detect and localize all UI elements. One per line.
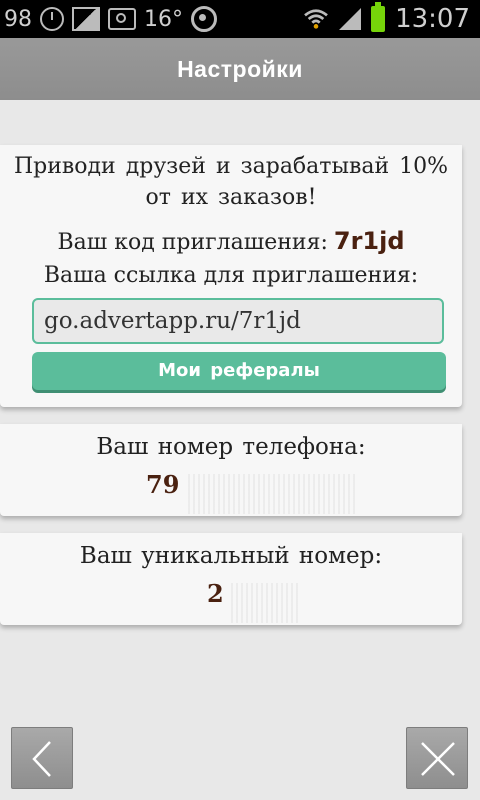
- back-button[interactable]: [11, 727, 73, 789]
- invite-link-field[interactable]: go.advertapp.ru/7r1jd: [32, 298, 444, 344]
- invite-link-label: Ваша ссылка для приглашения:: [43, 263, 419, 288]
- phone-card: Ваш номер телефона: 79: [0, 424, 462, 516]
- invite-code-row: Ваш код приглашения: 7r1jd: [0, 227, 462, 255]
- sync-icon: [191, 6, 217, 32]
- unique-id-value: 2: [207, 579, 224, 608]
- wifi-icon: [304, 9, 328, 29]
- close-button[interactable]: [406, 727, 468, 789]
- signal-icon: [339, 8, 362, 30]
- image-icon: [72, 7, 100, 31]
- unique-id-card: Ваш уникальный номер: 2: [0, 533, 462, 625]
- unique-id-label: Ваш уникальный номер:: [79, 543, 383, 569]
- promo-line-1: Приводи друзей и зарабатывай 10%: [13, 154, 449, 179]
- phone-redaction: [185, 474, 355, 514]
- status-bar: 98 16° 13:07: [0, 0, 480, 38]
- close-icon: [421, 742, 455, 776]
- clock: 13:07: [395, 4, 470, 34]
- my-referrals-button[interactable]: Мои рефералы: [32, 352, 446, 390]
- promo-line-2: от их заказов!: [145, 185, 317, 210]
- unique-id-redaction: [228, 583, 298, 623]
- battery-percent-text: 98: [4, 6, 32, 32]
- referral-card: Приводи друзей и зарабатывай 10% от их з…: [0, 145, 462, 407]
- promo-text: Приводи друзей и зарабатывай 10% от их з…: [0, 151, 462, 213]
- temperature-text: 16°: [144, 6, 183, 32]
- title-bar: Настройки: [0, 38, 480, 100]
- camera-icon: [108, 8, 136, 30]
- phone-label: Ваш номер телефона:: [96, 434, 366, 460]
- page-title: Настройки: [177, 55, 303, 82]
- phone-value: 79: [146, 470, 180, 499]
- invite-code-label: Ваш код приглашения:: [57, 230, 328, 255]
- alarm-icon: [40, 7, 64, 31]
- chevron-left-icon: [32, 741, 51, 777]
- invite-code-value: 7r1jd: [333, 227, 405, 255]
- battery-icon: [371, 2, 386, 32]
